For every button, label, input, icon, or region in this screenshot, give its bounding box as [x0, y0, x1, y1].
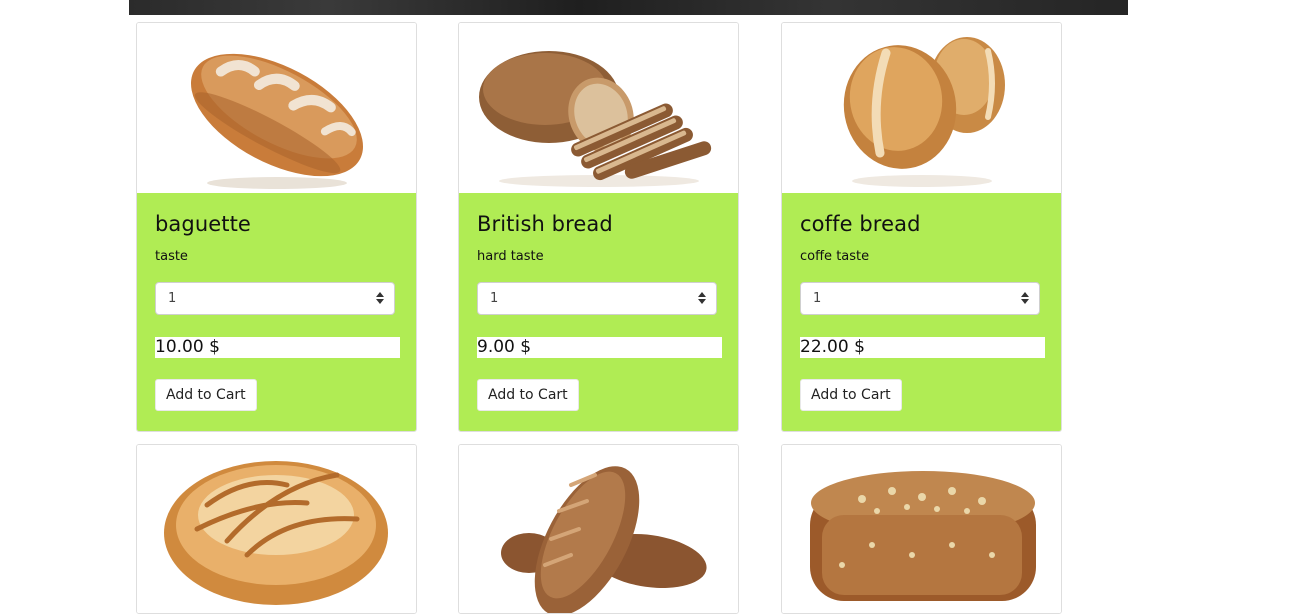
product-image	[137, 23, 416, 193]
quantity-value: 1	[490, 291, 499, 306]
add-to-cart-button[interactable]: Add to Cart	[477, 379, 579, 411]
bread-rolls-icon	[843, 37, 1005, 187]
product-price: 22.00 $	[800, 337, 1045, 358]
sliced-bread-icon	[479, 51, 712, 187]
product-image	[459, 445, 738, 613]
product-description: taste	[155, 249, 188, 264]
round-bread-icon	[164, 461, 388, 605]
select-arrows-icon	[1021, 292, 1029, 306]
quantity-select[interactable]: 1	[477, 282, 717, 315]
product-card-british-bread: British bread hard taste 1 9.00 $ Add to…	[458, 22, 739, 432]
product-card-seeded-loaf	[781, 444, 1062, 614]
product-title: baguette	[155, 212, 251, 236]
quantity-select[interactable]: 1	[800, 282, 1040, 315]
product-title: coffe bread	[800, 212, 921, 236]
product-description: coffe taste	[800, 249, 870, 264]
select-arrows-icon	[376, 292, 384, 306]
quantity-value: 1	[168, 291, 177, 306]
product-price: 9.00 $	[477, 337, 722, 358]
bread-loaf-icon	[190, 53, 364, 189]
quantity-value: 1	[813, 291, 822, 306]
quantity-select[interactable]: 1	[155, 282, 395, 315]
product-info: British bread hard taste 1 9.00 $ Add to…	[459, 193, 738, 431]
product-info: coffe bread coffe taste 1 22.00 $ Add to…	[782, 193, 1061, 431]
product-card-round-bread	[136, 444, 417, 614]
product-info: baguette taste 1 10.00 $ Add to Cart	[137, 193, 416, 431]
add-to-cart-button[interactable]: Add to Cart	[155, 379, 257, 411]
product-card-rye-bread	[458, 444, 739, 614]
product-image	[782, 445, 1061, 613]
product-image	[459, 23, 738, 193]
product-image	[137, 445, 416, 613]
seeded-loaf-icon	[810, 471, 1036, 601]
product-image	[782, 23, 1061, 193]
rye-bread-icon	[501, 466, 707, 613]
product-card-coffe-bread: coffe bread coffe taste 1 22.00 $ Add to…	[781, 22, 1062, 432]
product-title: British bread	[477, 212, 613, 236]
product-card-baguette: baguette taste 1 10.00 $ Add to Cart	[136, 22, 417, 432]
hero-banner-strip	[129, 0, 1128, 15]
product-description: hard taste	[477, 249, 544, 264]
product-price: 10.00 $	[155, 337, 400, 358]
add-to-cart-button[interactable]: Add to Cart	[800, 379, 902, 411]
select-arrows-icon	[698, 292, 706, 306]
